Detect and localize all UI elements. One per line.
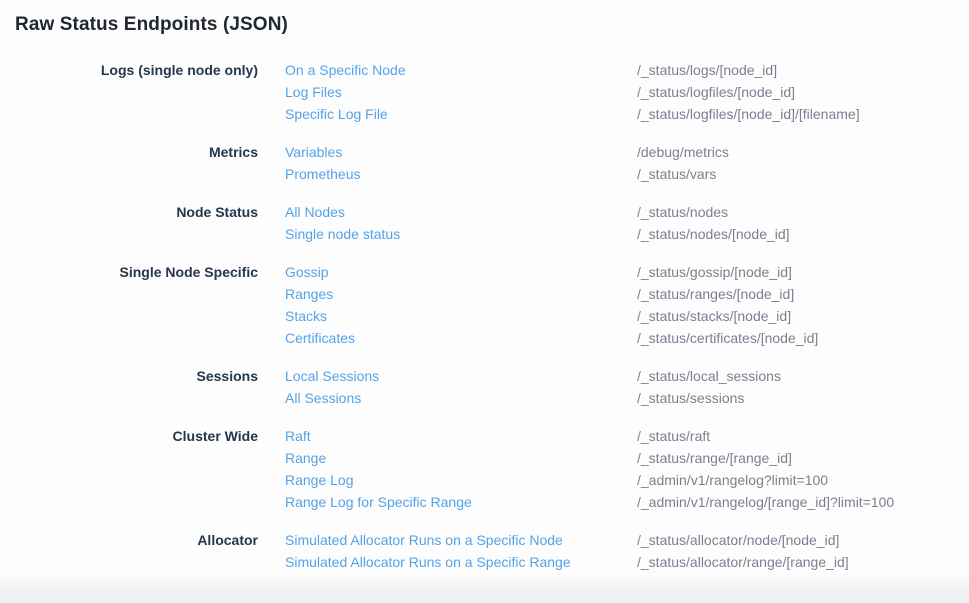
category-label: Allocator [14, 529, 258, 551]
endpoint-link[interactable]: All Sessions [285, 390, 361, 406]
endpoint-group: Sessions Local Sessions /_status/local_s… [14, 365, 969, 409]
endpoint-row: Specific Log File /_status/logfiles/[nod… [285, 103, 969, 125]
endpoint-group: Metrics Variables /debug/metrics Prometh… [14, 141, 969, 185]
category-label: Metrics [14, 141, 258, 163]
page-bottom-band [0, 574, 969, 603]
endpoint-path: /_status/allocator/range/[range_id] [637, 551, 849, 573]
endpoint-link[interactable]: Ranges [285, 286, 333, 302]
endpoint-row: Stacks /_status/stacks/[node_id] [285, 305, 969, 327]
endpoint-link[interactable]: Range [285, 450, 326, 466]
endpoint-path: /_status/gossip/[node_id] [637, 261, 792, 283]
endpoint-link[interactable]: Gossip [285, 264, 329, 280]
endpoint-row: All Sessions /_status/sessions [285, 387, 969, 409]
endpoint-path: /_status/nodes/[node_id] [637, 223, 790, 245]
endpoint-row: Log Files /_status/logfiles/[node_id] [285, 81, 969, 103]
endpoint-path: /_status/logfiles/[node_id] [637, 81, 795, 103]
endpoint-link[interactable]: Range Log for Specific Range [285, 494, 472, 510]
endpoint-group: Allocator Simulated Allocator Runs on a … [14, 529, 969, 573]
endpoint-link[interactable]: Single node status [285, 226, 400, 242]
endpoint-row: Range Log /_admin/v1/rangelog?limit=100 [285, 469, 969, 491]
endpoint-row: Simulated Allocator Runs on a Specific R… [285, 551, 969, 573]
endpoint-link[interactable]: Variables [285, 144, 342, 160]
endpoint-link[interactable]: Range Log [285, 472, 354, 488]
endpoint-path: /_status/stacks/[node_id] [637, 305, 791, 327]
endpoint-row: Range /_status/range/[range_id] [285, 447, 969, 469]
endpoint-path: /_status/nodes [637, 201, 728, 223]
endpoint-path: /_admin/v1/rangelog/[range_id]?limit=100 [637, 491, 894, 513]
endpoint-rows: Raft /_status/raft Range /_status/range/… [285, 425, 969, 513]
endpoint-rows: Variables /debug/metrics Prometheus /_st… [285, 141, 969, 185]
endpoint-group: Logs (single node only) On a Specific No… [14, 59, 969, 125]
endpoint-path: /_status/logs/[node_id] [637, 59, 777, 81]
endpoint-row: Gossip /_status/gossip/[node_id] [285, 261, 969, 283]
category-label: Node Status [14, 201, 258, 223]
endpoint-rows: Simulated Allocator Runs on a Specific N… [285, 529, 969, 573]
endpoint-row: All Nodes /_status/nodes [285, 201, 969, 223]
endpoint-row: Single node status /_status/nodes/[node_… [285, 223, 969, 245]
endpoint-groups: Logs (single node only) On a Specific No… [14, 59, 969, 573]
debug-endpoints-page: Raw Status Endpoints (JSON) Logs (single… [0, 0, 969, 603]
endpoint-row: Local Sessions /_status/local_sessions [285, 365, 969, 387]
endpoint-group: Single Node Specific Gossip /_status/gos… [14, 261, 969, 349]
endpoint-link[interactable]: Certificates [285, 330, 355, 346]
endpoint-row: Prometheus /_status/vars [285, 163, 969, 185]
endpoint-link[interactable]: Prometheus [285, 166, 360, 182]
endpoint-rows: Local Sessions /_status/local_sessions A… [285, 365, 969, 409]
endpoint-row: Certificates /_status/certificates/[node… [285, 327, 969, 349]
endpoint-rows: Gossip /_status/gossip/[node_id] Ranges … [285, 261, 969, 349]
endpoint-row: Raft /_status/raft [285, 425, 969, 447]
category-label: Cluster Wide [14, 425, 258, 447]
endpoint-row: Simulated Allocator Runs on a Specific N… [285, 529, 969, 551]
endpoint-link[interactable]: All Nodes [285, 204, 345, 220]
endpoint-path: /_admin/v1/rangelog?limit=100 [637, 469, 828, 491]
endpoint-path: /_status/allocator/node/[node_id] [637, 529, 839, 551]
endpoint-link[interactable]: Local Sessions [285, 368, 379, 384]
endpoint-path: /_status/raft [637, 425, 710, 447]
endpoint-group: Node Status All Nodes /_status/nodes Sin… [14, 201, 969, 245]
endpoint-row: Variables /debug/metrics [285, 141, 969, 163]
endpoint-path: /debug/metrics [637, 141, 729, 163]
endpoint-row: Ranges /_status/ranges/[node_id] [285, 283, 969, 305]
endpoint-path: /_status/certificates/[node_id] [637, 327, 818, 349]
endpoint-link[interactable]: Simulated Allocator Runs on a Specific R… [285, 554, 571, 570]
endpoint-rows: On a Specific Node /_status/logs/[node_i… [285, 59, 969, 125]
endpoint-path: /_status/local_sessions [637, 365, 781, 387]
endpoint-link[interactable]: Stacks [285, 308, 327, 324]
endpoint-rows: All Nodes /_status/nodes Single node sta… [285, 201, 969, 245]
endpoint-path: /_status/sessions [637, 387, 744, 409]
endpoint-link[interactable]: Specific Log File [285, 106, 388, 122]
category-label: Sessions [14, 365, 258, 387]
endpoint-path: /_status/range/[range_id] [637, 447, 792, 469]
page-title: Raw Status Endpoints (JSON) [15, 13, 969, 37]
endpoint-path: /_status/logfiles/[node_id]/[filename] [637, 103, 860, 125]
endpoint-link[interactable]: Log Files [285, 84, 342, 100]
category-label: Logs (single node only) [14, 59, 258, 81]
endpoint-path: /_status/ranges/[node_id] [637, 283, 794, 305]
endpoint-path: /_status/vars [637, 163, 716, 185]
endpoint-row: On a Specific Node /_status/logs/[node_i… [285, 59, 969, 81]
endpoint-group: Cluster Wide Raft /_status/raft Range /_… [14, 425, 969, 513]
endpoint-row: Range Log for Specific Range /_admin/v1/… [285, 491, 969, 513]
endpoint-link[interactable]: On a Specific Node [285, 62, 406, 78]
endpoint-link[interactable]: Simulated Allocator Runs on a Specific N… [285, 532, 563, 548]
category-label: Single Node Specific [14, 261, 258, 283]
endpoint-link[interactable]: Raft [285, 428, 311, 444]
